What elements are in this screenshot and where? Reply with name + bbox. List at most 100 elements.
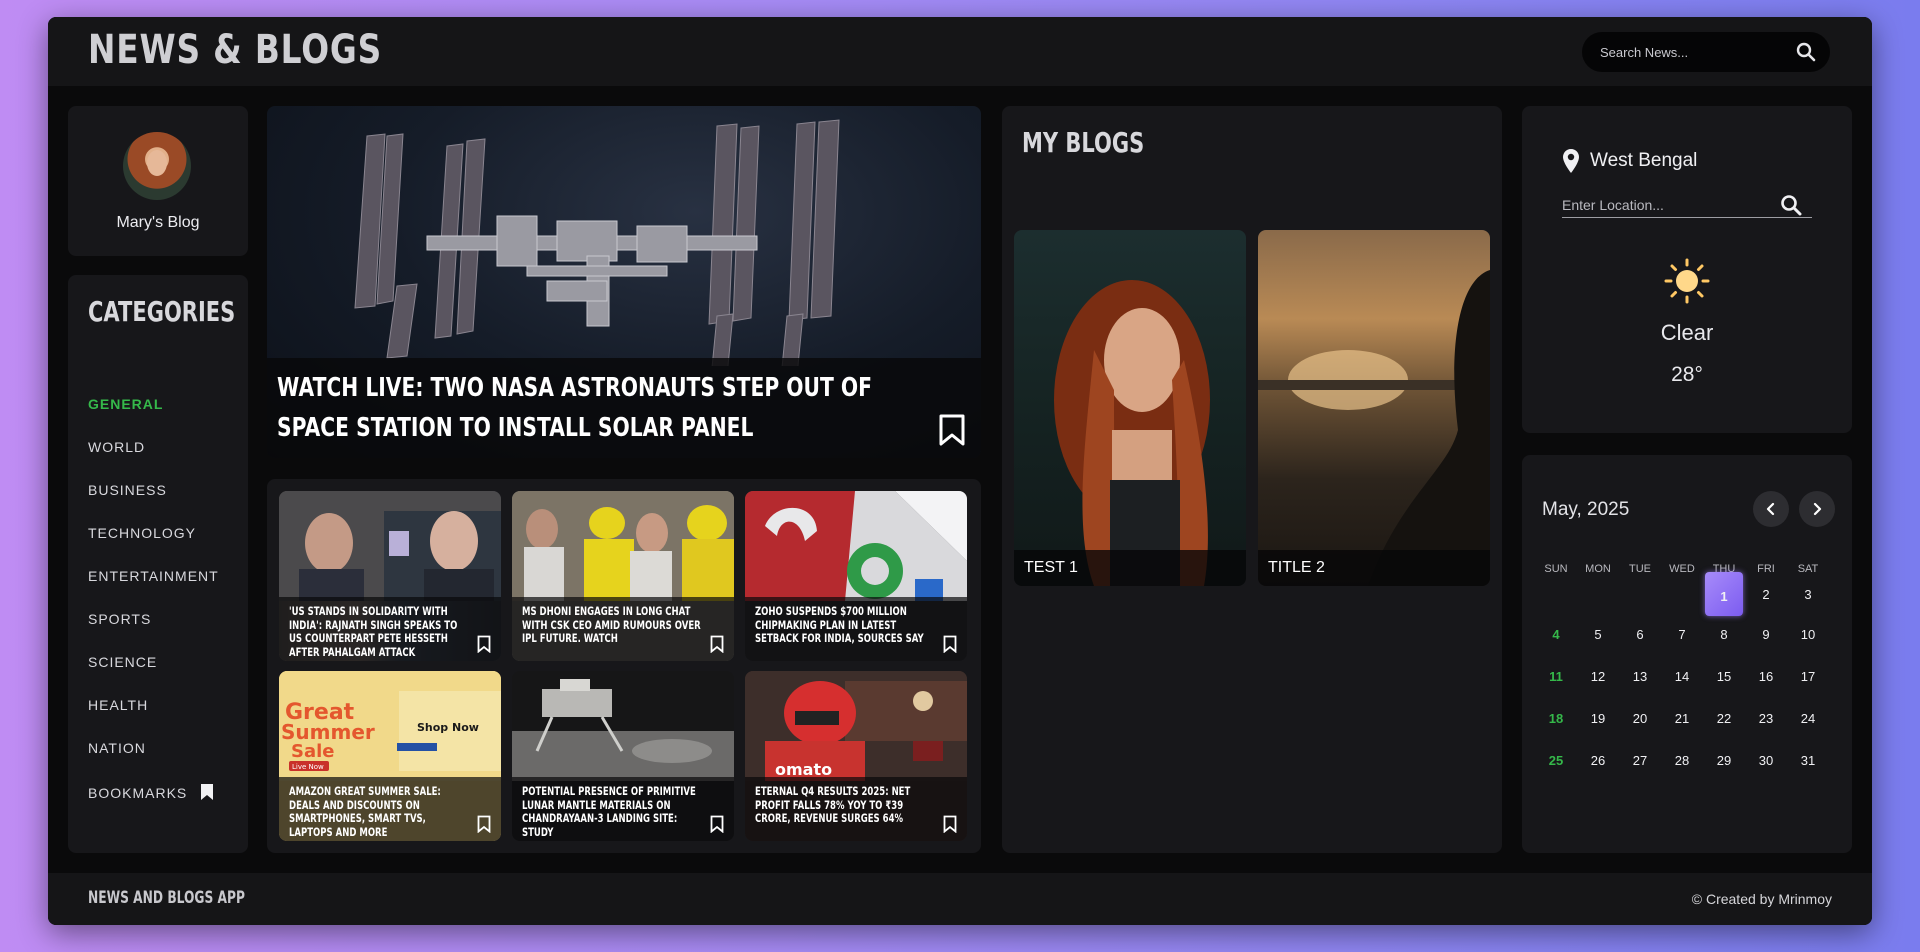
bookmarks-label[interactable]: BOOKMARKS [88,785,187,801]
bookmark-icon[interactable] [943,815,957,833]
news-card[interactable]: ZOHO SUSPENDS $700 MILLION CHIPMAKING PL… [745,491,967,661]
blog-card[interactable]: TITLE 2 [1258,230,1490,586]
calendar-day[interactable]: 9 [1746,627,1786,642]
blog-caption: TEST 1 [1014,550,1246,586]
location-input[interactable] [1562,192,1812,218]
blog-title[interactable]: TEST 1 [1024,559,1078,577]
search-input[interactable] [1600,42,1790,62]
calendar-day[interactable]: 8 [1704,627,1744,642]
category-nation[interactable]: NATION [88,740,146,760]
calendar-day[interactable]: 19 [1578,711,1618,726]
news-image [745,491,967,601]
sun-icon [1664,258,1710,304]
app-title: NEWS & BLOGS [88,27,383,73]
calendar-month: May, 2025 [1542,499,1630,520]
bookmark-icon[interactable] [710,635,724,653]
calendar-day[interactable]: 15 [1704,669,1744,684]
blog-title[interactable]: TITLE 2 [1268,559,1325,577]
blog-card[interactable]: TEST 1 [1014,230,1246,586]
calendar-day[interactable]: 24 [1788,711,1828,726]
avatar[interactable] [123,132,191,200]
calendar-day[interactable]: 16 [1746,669,1786,684]
category-general[interactable]: GENERAL [88,396,163,416]
news-caption: 'US STANDS IN SOLIDARITY WITH INDIA': RA… [279,597,501,661]
bookmark-icon[interactable] [943,635,957,653]
category-technology[interactable]: TECHNOLOGY [88,525,196,545]
category-bookmarks[interactable]: BOOKMARKS [88,783,214,803]
news-card[interactable]: MS DHONI ENGAGES IN LONG CHAT WITH CSK C… [512,491,734,661]
calendar-day[interactable]: 20 [1620,711,1660,726]
calendar-day[interactable]: 13 [1620,669,1660,684]
calendar-day[interactable]: 7 [1662,627,1702,642]
sale-shop-text: Shop Now [417,721,479,734]
category-health[interactable]: HEALTH [88,697,148,717]
weather-temperature: 28° [1671,363,1703,386]
calendar-day[interactable]: 3 [1788,587,1828,602]
category-business[interactable]: BUSINESS [88,482,167,502]
calendar-day[interactable]: 14 [1662,669,1702,684]
bookmark-icon[interactable] [477,815,491,833]
calendar-day[interactable]: 26 [1578,753,1618,768]
calendar-day-today[interactable]: 1 [1704,589,1744,604]
news-image [279,491,501,601]
calendar-day[interactable]: 23 [1746,711,1786,726]
headline-title[interactable]: WATCH LIVE: TWO NASA ASTRONAUTS STEP OUT… [277,368,917,448]
calendar-day[interactable]: 27 [1620,753,1660,768]
calendar-day[interactable]: 6 [1620,627,1660,642]
news-card[interactable]: Great Summer Sale Live Now Shop Now AMAZ… [279,671,501,841]
category-science[interactable]: SCIENCE [88,654,157,674]
calendar-day[interactable]: 10 [1788,627,1828,642]
search-icon[interactable] [1796,42,1816,62]
calendar-panel: May, 2025 SUN MON TUE WED THU FRI SAT 12345678… [1522,455,1852,853]
news-image [512,671,734,781]
news-caption: ETERNAL Q4 RESULTS 2025: NET PROFIT FALL… [745,777,967,841]
calendar-day[interactable]: 12 [1578,669,1618,684]
headline-card[interactable]: WATCH LIVE: TWO NASA ASTRONAUTS STEP OUT… [267,106,981,458]
calendar-day[interactable]: 4 [1536,627,1576,642]
next-month-button[interactable] [1799,491,1835,527]
calendar-day[interactable]: 2 [1746,587,1786,602]
calendar-day[interactable]: 28 [1662,753,1702,768]
news-card[interactable]: omato ETERNAL Q4 RESULTS 2025: NET PROFI… [745,671,967,841]
blog-caption: TITLE 2 [1258,550,1490,586]
weekday-label: FRI [1757,563,1775,575]
news-title[interactable]: MS DHONI ENGAGES IN LONG CHAT WITH CSK C… [522,604,703,646]
news-title[interactable]: ZOHO SUSPENDS $700 MILLION CHIPMAKING PL… [755,604,936,646]
news-title[interactable]: 'US STANDS IN SOLIDARITY WITH INDIA': RA… [289,604,470,659]
calendar-day[interactable]: 31 [1788,753,1828,768]
calendar-day[interactable]: 17 [1788,669,1828,684]
calendar-day[interactable]: 11 [1536,669,1576,684]
headline-caption: WATCH LIVE: TWO NASA ASTRONAUTS STEP OUT… [267,358,981,458]
profile-name[interactable]: Mary's Blog [68,214,248,232]
calendar-day[interactable]: 25 [1536,753,1576,768]
calendar-day[interactable]: 18 [1536,711,1576,726]
chevron-right-icon [1813,502,1822,516]
calendar-day[interactable]: 30 [1746,753,1786,768]
prev-month-button[interactable] [1753,491,1789,527]
category-world[interactable]: WORLD [88,439,145,459]
category-entertainment[interactable]: ENTERTAINMENT [88,568,219,588]
bookmark-icon[interactable] [477,635,491,653]
calendar-day[interactable]: 29 [1704,753,1744,768]
news-title[interactable]: POTENTIAL PRESENCE OF PRIMITIVE LUNAR MA… [522,784,703,839]
bookmark-icon[interactable] [710,815,724,833]
calendar-day[interactable]: 21 [1662,711,1702,726]
calendar-day[interactable]: 5 [1578,627,1618,642]
news-title[interactable]: AMAZON GREAT SUMMER SALE: DEALS AND DISC… [289,784,470,839]
weekday-label: WED [1669,563,1695,575]
search-box[interactable] [1582,32,1830,72]
profile-card[interactable]: Mary's Blog [68,106,248,256]
category-sports[interactable]: SPORTS [88,611,151,631]
calendar-day[interactable]: 22 [1704,711,1744,726]
news-caption: MS DHONI ENGAGES IN LONG CHAT WITH CSK C… [512,597,734,661]
news-card[interactable]: 'US STANDS IN SOLIDARITY WITH INDIA': RA… [279,491,501,661]
location-pin-icon [1563,149,1579,173]
search-icon[interactable] [1780,194,1802,216]
bookmark-filled-icon[interactable] [200,783,214,801]
location-name: West Bengal [1590,150,1698,171]
bookmark-icon[interactable] [939,414,965,446]
my-blogs-panel: MY BLOGS TEST 1 TITLE 2 [1002,106,1502,853]
news-title[interactable]: ETERNAL Q4 RESULTS 2025: NET PROFIT FALL… [755,784,936,826]
news-card[interactable]: POTENTIAL PRESENCE OF PRIMITIVE LUNAR MA… [512,671,734,841]
news-image: Great Summer Sale Live Now Shop Now [279,671,501,781]
